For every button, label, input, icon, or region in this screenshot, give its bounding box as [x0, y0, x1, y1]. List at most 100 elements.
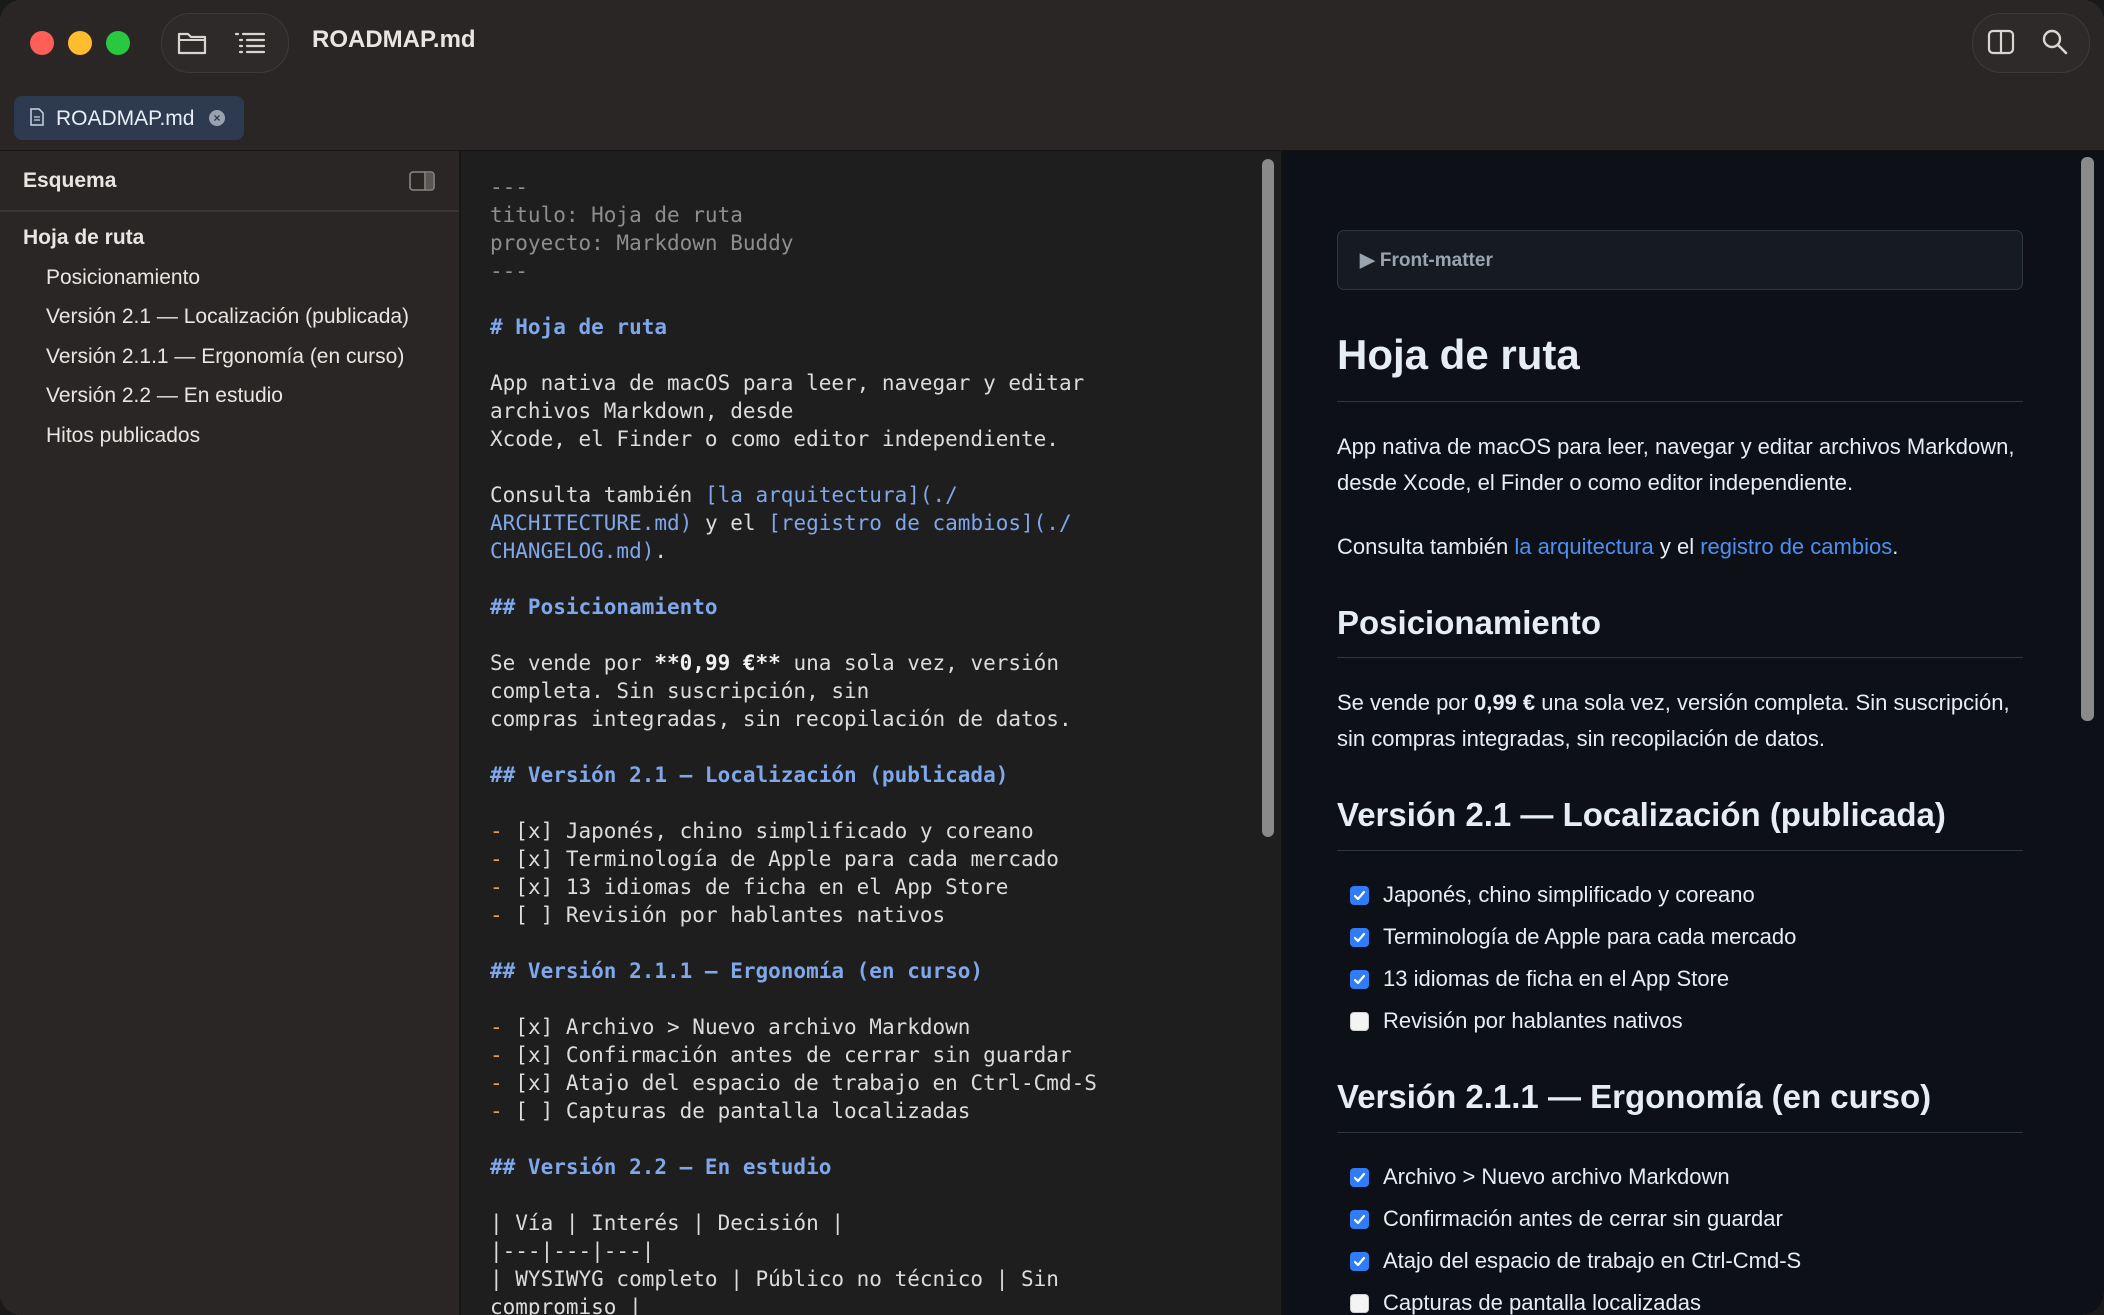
editor-token: | WYSIWYG completo | Público no técnico …	[490, 1267, 1059, 1291]
checked-checkbox[interactable]	[1350, 1251, 1369, 1271]
search-icon[interactable]	[2037, 24, 2073, 60]
checked-checkbox[interactable]	[1350, 1209, 1369, 1229]
task-label: Japonés, chino simplificado y coreano	[1383, 882, 1755, 907]
document-icon	[30, 108, 44, 131]
preview-positioning-text: Se vende por 0,99 € una sola vez, versió…	[1337, 685, 2037, 757]
editor-line: Xcode, el Finder o como editor independi…	[490, 427, 1059, 451]
sidebar-toggle-icon[interactable]	[409, 171, 435, 196]
close-tab-icon[interactable]: ×	[209, 110, 225, 126]
markdown-editor[interactable]: --- titulo: Hoja de ruta proyecto: Markd…	[461, 151, 1281, 1315]
editor-token: proyecto: Markdown Buddy	[490, 231, 794, 255]
checked-checkbox[interactable]	[1350, 1167, 1369, 1187]
task-item: Japonés, chino simplificado y coreano	[1350, 880, 1755, 910]
editor-line: - [ ] Revisión por hablantes nativos	[490, 903, 946, 927]
toolbar-right-group	[1972, 13, 2090, 73]
editor-token: [x] Japonés, chino simplificado y corean…	[515, 819, 1034, 843]
outline-sidebar: Esquema Hoja de ruta Posicionamiento Ver…	[0, 151, 461, 1315]
editor-line: CHANGELOG.md).	[490, 539, 667, 563]
editor-line: ## Versión 2.1.1 — Ergonomía (en curso)	[490, 959, 983, 983]
task-item: Terminología de Apple para cada mercado	[1350, 922, 1796, 952]
editor-line: completa. Sin suscripción, sin	[490, 679, 869, 703]
editor-token: compromiso |	[490, 1295, 642, 1315]
unchecked-checkbox[interactable]	[1350, 1011, 1369, 1031]
editor-token: [ ] Revisión por hablantes nativos	[515, 903, 946, 927]
see-also-suffix: .	[1892, 534, 1899, 559]
changelog-link[interactable]: registro de cambios	[1700, 534, 1892, 559]
checked-checkbox[interactable]	[1350, 927, 1369, 947]
editor-line: - [ ] Capturas de pantalla localizadas	[490, 1099, 971, 1123]
title-bar: ROADMAP.md	[0, 0, 2104, 86]
outline-item-version-2-1[interactable]: Versión 2.1 — Localización (publicada)	[46, 305, 409, 329]
editor-line: titulo: Hoja de ruta	[490, 203, 743, 227]
task-label: Terminología de Apple para cada mercado	[1383, 924, 1797, 949]
editor-line: - [x] Archivo > Nuevo archivo Markdown	[490, 1015, 971, 1039]
editor-token: App nativa de macOS para leer, navegar y…	[490, 371, 1085, 395]
editor-scrollbar[interactable]	[1262, 159, 1274, 837]
positioning-prefix: Se vende por	[1337, 690, 1474, 715]
editor-line: - [x] Confirmación antes de cerrar sin g…	[490, 1043, 1072, 1067]
editor-line: - [x] Terminología de Apple para cada me…	[490, 847, 1059, 871]
app-window: ROADMAP.md ROADMAP.md × Esquema Hoja de …	[0, 0, 2104, 1315]
outline-item-hoja-de-ruta[interactable]: Hoja de ruta	[23, 226, 144, 250]
editor-line: archivos Markdown, desde	[490, 399, 793, 423]
outline-list-icon[interactable]	[232, 24, 268, 60]
task-item: Archivo > Nuevo archivo Markdown	[1350, 1162, 1730, 1192]
task-label: Revisión por hablantes nativos	[1383, 1008, 1683, 1033]
outline-item-posicionamiento[interactable]: Posicionamiento	[46, 266, 200, 290]
front-matter-label: ▶ Front-matter	[1360, 250, 1493, 271]
editor-token: [ ] Capturas de pantalla localizadas	[515, 1099, 971, 1123]
folder-icon[interactable]	[174, 24, 210, 60]
editor-line: | WYSIWYG completo | Público no técnico …	[490, 1267, 1059, 1291]
editor-token: titulo: Hoja de ruta	[490, 203, 743, 227]
unchecked-checkbox[interactable]	[1350, 1293, 1369, 1313]
outline-item-hitos-publicados[interactable]: Hitos publicados	[46, 424, 200, 448]
editor-token: [x] Atajo del espacio de trabajo en Ctrl…	[515, 1071, 1097, 1095]
toolbar-left-group	[161, 13, 289, 73]
zoom-window-button[interactable]	[106, 31, 130, 55]
editor-line: App nativa de macOS para leer, navegar y…	[490, 371, 1084, 395]
editor-token: ## Versión 2.1.1 — Ergonomía (en curso)	[490, 959, 984, 983]
checked-checkbox[interactable]	[1350, 885, 1369, 905]
front-matter-disclosure[interactable]: ▶ Front-matter	[1337, 230, 2023, 290]
preview-intro: App nativa de macOS para leer, navegar y…	[1337, 434, 2015, 495]
editor-line: Se vende por **0,99 €** una sola vez, ve…	[490, 651, 1059, 675]
editor-token: [x] Terminología de Apple para cada merc…	[515, 847, 1059, 871]
outline-item-version-2-1-1[interactable]: Versión 2.1.1 — Ergonomía (en curso)	[46, 345, 404, 369]
editor-token: ---	[490, 175, 528, 199]
editor-token: [la arquitectura](./	[704, 483, 958, 507]
split-view-icon[interactable]	[1983, 24, 2019, 60]
editor-line: ---	[490, 175, 528, 199]
editor-token: [x] 13 idiomas de ficha en el App Store	[515, 875, 1009, 899]
editor-token: Consulta también	[490, 483, 705, 507]
editor-line: | Vía | Interés | Decisión |	[490, 1211, 844, 1235]
h1-rule	[1337, 401, 2023, 402]
editor-token: una sola vez, versión	[780, 651, 1059, 675]
editor-token: ## Versión 2.2 — En estudio	[490, 1155, 832, 1179]
outline-item-version-2-2[interactable]: Versión 2.2 — En estudio	[46, 384, 283, 408]
editor-token: ARCHITECTURE.md)	[490, 511, 693, 535]
tab-roadmap[interactable]: ROADMAP.md ×	[14, 96, 244, 140]
preview-scrollbar[interactable]	[2081, 157, 2094, 721]
editor-token: | Vía | Interés | Decisión |	[490, 1211, 845, 1235]
editor-line: |---|---|---|	[490, 1239, 654, 1263]
minimize-window-button[interactable]	[68, 31, 92, 55]
close-window-button[interactable]	[30, 31, 54, 55]
editor-token: .	[654, 539, 668, 563]
editor-line: proyecto: Markdown Buddy	[490, 231, 793, 255]
see-also-prefix: Consulta también	[1337, 534, 1515, 559]
editor-token: # Hoja de ruta	[490, 315, 668, 339]
h2-rule	[1337, 850, 2023, 851]
architecture-link[interactable]: la arquitectura	[1514, 534, 1653, 559]
editor-line: # Hoja de ruta	[490, 315, 667, 339]
checked-checkbox[interactable]	[1350, 969, 1369, 989]
see-also-middle: y el	[1653, 534, 1701, 559]
editor-line: ## Versión 2.1 — Localización (publicada…	[490, 763, 1008, 787]
editor-token: [x] Archivo > Nuevo archivo Markdown	[515, 1015, 971, 1039]
editor-token: completa. Sin suscripción, sin	[490, 679, 870, 703]
editor-token: compras integradas, sin recopilación de …	[490, 707, 1072, 731]
editor-token: |---|---|---|	[490, 1239, 655, 1263]
editor-token: ## Versión 2.1 — Localización (publicada…	[490, 763, 1009, 787]
tab-bar: ROADMAP.md ×	[0, 86, 2104, 151]
task-item: Revisión por hablantes nativos	[1350, 1006, 1683, 1036]
editor-text[interactable]: --- titulo: Hoja de ruta proyecto: Markd…	[490, 173, 1097, 1315]
